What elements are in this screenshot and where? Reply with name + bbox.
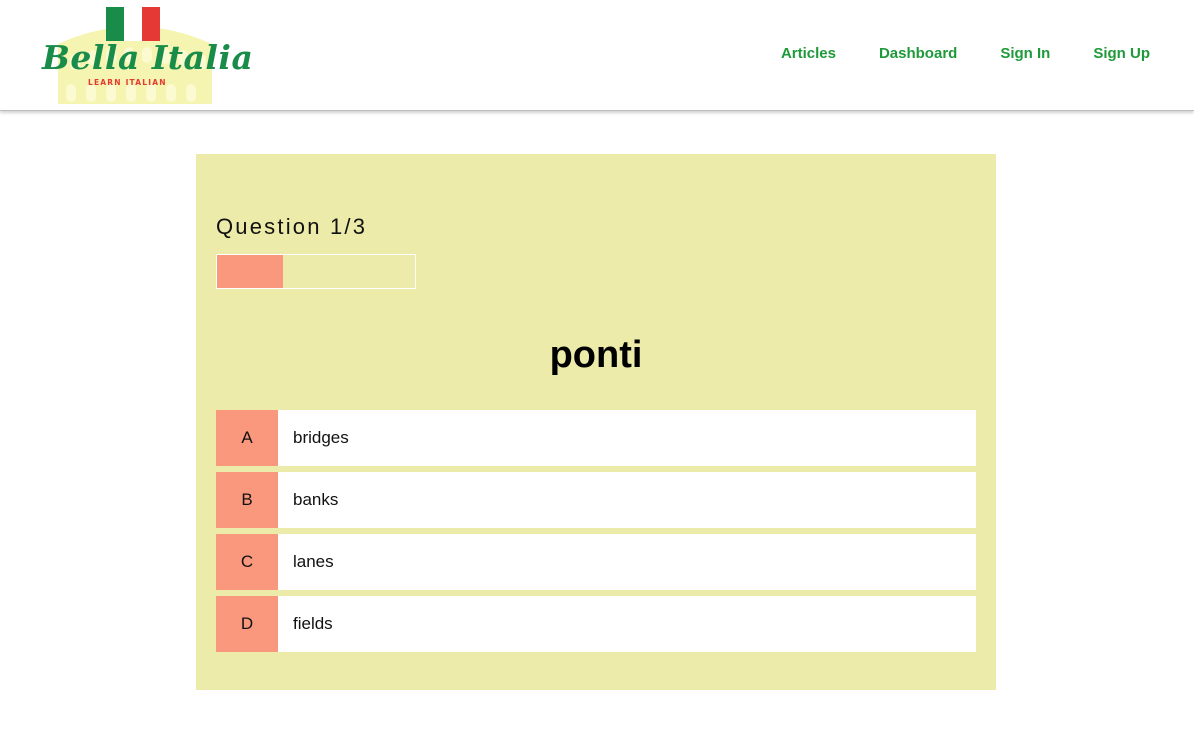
main-nav: Articles Dashboard Sign In Sign Up — [781, 45, 1150, 62]
quiz-progress-bar — [216, 254, 416, 289]
answer-option-c[interactable]: C lanes — [216, 534, 976, 590]
logo-title: Bella Italia — [42, 38, 254, 77]
answer-option-a[interactable]: A bridges — [216, 410, 976, 466]
option-text: fields — [293, 614, 333, 633]
answer-option-d[interactable]: D fields — [216, 596, 976, 652]
nav-sign-up-link[interactable]: Sign Up — [1093, 45, 1150, 62]
option-letter: B — [216, 472, 278, 528]
option-text: banks — [293, 490, 339, 509]
option-text: lanes — [293, 552, 334, 571]
option-text: bridges — [293, 428, 349, 447]
site-header: Bella Italia LEARN ITALIAN Articles Dash… — [0, 0, 1194, 111]
quiz-card: Question 1/3 ponti A bridges B banks C l… — [196, 154, 996, 690]
nav-articles-link[interactable]: Articles — [781, 45, 836, 62]
quiz-word: ponti — [549, 334, 643, 376]
option-letter: A — [216, 410, 278, 466]
answer-option-b[interactable]: B banks — [216, 472, 976, 528]
answer-options: A bridges B banks C lanes D fields — [216, 410, 976, 658]
option-letter: C — [216, 534, 278, 590]
logo-subtitle: LEARN ITALIAN — [88, 78, 167, 87]
bella-italia-logo[interactable]: Bella Italia LEARN ITALIAN — [40, 4, 253, 104]
nav-sign-in-link[interactable]: Sign In — [1000, 45, 1050, 62]
nav-dashboard-link[interactable]: Dashboard — [879, 45, 957, 62]
quiz-progress-fill — [217, 255, 283, 288]
option-letter: D — [216, 596, 278, 652]
question-counter: Question 1/3 — [216, 214, 368, 239]
